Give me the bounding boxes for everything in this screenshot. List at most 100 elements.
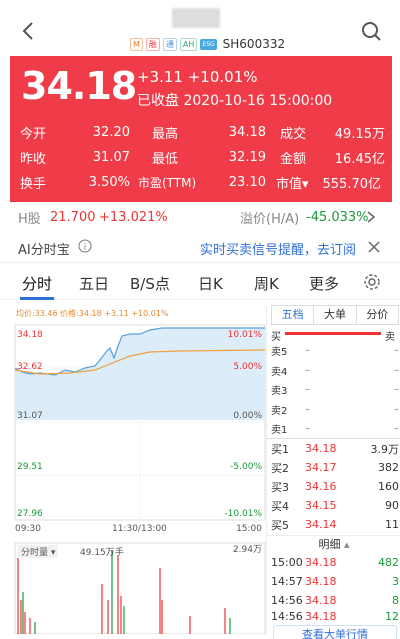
- time-label: 15:00: [236, 524, 262, 534]
- stat-label: 金额: [280, 152, 307, 167]
- h-share-row[interactable]: H股 21.700 +13.021% 溢价(H/A) -45.033%: [0, 202, 400, 232]
- order-level: 买3 34.16 160: [271, 477, 399, 496]
- order-level: 卖2 – –: [271, 400, 399, 420]
- right-tick: 5.00%: [233, 362, 262, 372]
- intraday-chart[interactable]: 均价:33.46 价格:34.18 +3.11 +10.01% 34.18 32…: [0, 300, 270, 634]
- tag-m: M: [130, 37, 143, 51]
- volume-bars-down: [22, 550, 231, 634]
- h-share-price: 21.700: [50, 209, 96, 225]
- sell-levels: 卖5 – – 卖4 – – 卖3 – – 卖2 – – 卖1 – –: [271, 341, 399, 439]
- stats-row: 换手 3.50% 市盈(TTM) 23.10 市值▾ 555.70亿: [20, 170, 385, 195]
- level-price: –: [305, 364, 310, 376]
- buy-ratio-bar: [285, 332, 381, 335]
- trade-time: 15:00: [271, 556, 303, 569]
- trade-volume: 8: [392, 594, 399, 607]
- right-tick: 0.00%: [233, 411, 262, 421]
- tab-weekly-k[interactable]: 周K: [254, 273, 279, 294]
- stat-label: 成交: [280, 127, 307, 142]
- right-tick: -5.00%: [230, 462, 262, 472]
- trade-row: 14:56 34.18 12: [271, 610, 399, 622]
- trade-list: 15:00 34.18 482 14:57 34.18 3 14:56 34.18 8 14…: [271, 553, 399, 622]
- quote-stats: 今开 32.20 最高 34.18 成交 49.15万 昨收 31.07 最低 …: [20, 120, 385, 195]
- stat-value: 32.19: [228, 150, 266, 165]
- level-label: 买3: [271, 480, 289, 494]
- stat-value: 16.45亿: [334, 152, 385, 167]
- subscribe-link[interactable]: 实时买卖信号提醒，去订阅: [200, 239, 356, 258]
- trade-price: 34.18: [305, 610, 337, 622]
- left-tick: 31.07: [17, 411, 43, 421]
- stat-value: 34.18: [228, 125, 266, 140]
- order-level: 卖3 – –: [271, 380, 399, 400]
- order-level: 买2 34.17 382: [271, 458, 399, 477]
- order-level: 卖4 – –: [271, 361, 399, 381]
- tab-five-day[interactable]: 五日: [79, 273, 109, 294]
- close-icon[interactable]: [368, 241, 380, 253]
- stat-value: 49.15万: [334, 127, 385, 142]
- level-label: 买2: [271, 461, 289, 475]
- level-volume: 90: [385, 499, 399, 512]
- tab-daily-k[interactable]: 日K: [198, 273, 223, 294]
- current-price: 34.18: [21, 64, 137, 108]
- ai-banner: AI分时宝 i 实时买卖信号提醒，去订阅: [0, 232, 400, 262]
- stats-row: 今开 32.20 最高 34.18 成交 49.15万: [20, 120, 385, 145]
- trade-volume: 12: [385, 610, 399, 622]
- stock-code: SH600332: [222, 37, 286, 51]
- search-icon[interactable]: [360, 20, 382, 42]
- tab-intraday[interactable]: 分时: [22, 273, 52, 294]
- svg-text:i: i: [84, 243, 87, 253]
- level-volume: 382: [378, 461, 399, 474]
- level-volume: 3.9万: [370, 442, 400, 456]
- chart-tabs: 分时 五日 B/S点 日K 周K 更多: [0, 262, 400, 300]
- tab-more[interactable]: 更多: [309, 273, 339, 294]
- order-book-tabs: 五档 大单 分价: [271, 305, 399, 325]
- left-tick: 34.18: [17, 330, 43, 340]
- level-volume: –: [394, 345, 399, 357]
- info-icon[interactable]: i: [78, 239, 92, 253]
- level-price: 34.15: [305, 499, 337, 512]
- view-big-orders-button[interactable]: 查看大单行情: [273, 625, 397, 639]
- trade-price: 34.18: [305, 575, 337, 588]
- detail-header[interactable]: 明细 ▴: [267, 535, 400, 553]
- trade-volume: 482: [378, 556, 399, 569]
- level-price: –: [305, 423, 310, 435]
- level-volume: –: [394, 403, 399, 415]
- ai-label: AI分时宝: [18, 243, 70, 258]
- level-label: 卖4: [271, 366, 288, 378]
- level-volume: 11: [385, 518, 399, 531]
- volume-label: 分时量: [21, 548, 49, 558]
- market-cap-dropdown[interactable]: 市值▾: [276, 173, 320, 192]
- order-level: 买4 34.15 90: [271, 496, 399, 515]
- back-arrow-icon[interactable]: [18, 20, 40, 42]
- chevron-right-icon: [367, 211, 376, 223]
- level-price: 34.16: [305, 480, 337, 493]
- tab-price-distribution[interactable]: 分价: [357, 306, 398, 324]
- buy-sell-bar: 买 卖: [271, 328, 395, 343]
- tab-bs-points[interactable]: B/S点: [130, 273, 170, 294]
- market-status: 已收盘 2020-10-16 15:00:00: [137, 93, 333, 109]
- order-level: 买5 34.14 11: [271, 515, 399, 534]
- time-label: 09:30: [15, 524, 41, 534]
- level-price: 34.18: [305, 442, 337, 455]
- trade-time: 14:57: [271, 575, 303, 588]
- stat-value: 31.07: [92, 150, 130, 165]
- settings-gear-icon[interactable]: [363, 273, 381, 291]
- tab-big-orders[interactable]: 大单: [314, 306, 357, 324]
- volume-total: 49.15万手: [80, 548, 124, 558]
- level-price: –: [305, 403, 310, 415]
- price-change: +3.11 +10.01%: [137, 68, 258, 86]
- order-book-panel: 五档 大单 分价 买 卖 卖5 – – 卖4 – – 卖3 – – 卖2 – – 卖1 – – 买1…: [266, 305, 400, 639]
- stock-name-blurred: [172, 8, 220, 28]
- tag-connect: 通: [162, 37, 177, 51]
- trade-price: 34.18: [305, 556, 337, 569]
- level-label: 买5: [271, 518, 289, 532]
- stat-label: 今开: [20, 127, 47, 142]
- stat-value: 23.10: [228, 175, 266, 190]
- tab-five-level[interactable]: 五档: [272, 306, 315, 324]
- tag-esg: ESG: [200, 38, 217, 50]
- stat-label: 市盈(TTM): [138, 176, 197, 190]
- stock-tags: M 融 通 AH ESG SH600332: [130, 37, 285, 51]
- trade-row: 15:00 34.18 482: [271, 553, 399, 572]
- stats-row: 昨收 31.07 最低 32.19 金额 16.45亿: [20, 145, 385, 170]
- volume-selector[interactable]: 分时量 ▾: [18, 545, 59, 558]
- h-share-label: H股: [18, 211, 41, 227]
